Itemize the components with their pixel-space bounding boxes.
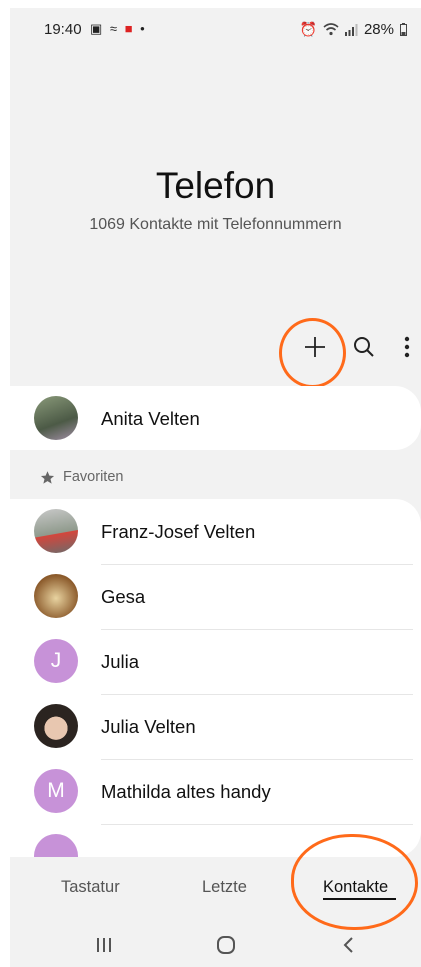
status-right-icons: ⏰ 28% <box>300 21 407 38</box>
system-navigation-bar <box>10 920 421 967</box>
avatar <box>34 834 78 857</box>
list-item[interactable]: Julia Velten <box>10 694 421 759</box>
star-icon <box>40 470 55 484</box>
favorites-label: Favoriten <box>63 469 124 485</box>
contact-count: 1069 Kontakte mit Telefonnummern <box>89 216 342 233</box>
gallery-icon: ▣ <box>90 21 105 36</box>
home-button[interactable] <box>206 930 246 960</box>
battery-icon <box>400 23 407 36</box>
search-button[interactable] <box>345 328 383 366</box>
avatar <box>34 704 78 748</box>
contact-name: Franz-Josef Velten <box>101 521 256 542</box>
contact-name: Julia <box>101 651 140 672</box>
tab-letzte[interactable]: Letzte <box>202 878 247 897</box>
page-title: Telefon <box>155 165 276 206</box>
profile-name: Anita Velten <box>101 408 200 429</box>
status-time: 19:40 <box>44 21 82 38</box>
avatar: J <box>34 639 78 683</box>
back-button[interactable] <box>328 930 368 960</box>
cell-signal-icon <box>344 23 358 36</box>
more-options-button[interactable] <box>388 328 421 366</box>
list-item[interactable]: J Julia <box>10 629 421 694</box>
more-vertical-icon <box>404 336 410 358</box>
tab-tastatur[interactable]: Tastatur <box>61 878 120 897</box>
signal-wave-icon: ≈ <box>109 21 120 36</box>
phone-screen: 19:40 ▣ ≈ ■ • ⏰ 28% Telefon 1069 Kontakt… <box>10 8 421 967</box>
annotation-circle-add <box>279 318 346 388</box>
app-notification-icon: ■ <box>124 21 135 36</box>
avatar <box>34 396 78 440</box>
favorites-list: Franz-Josef Velten Gesa J Julia Julia Ve… <box>10 499 421 857</box>
favorites-header: Favoriten <box>40 469 123 485</box>
search-icon <box>354 337 374 357</box>
list-item[interactable]: Franz-Josef Velten <box>10 499 421 564</box>
contact-name: Mathilda altes handy <box>101 781 271 802</box>
battery-percentage: 28% <box>363 21 394 38</box>
status-bar: 19:40 ▣ ≈ ■ • ⏰ 28% <box>10 8 421 46</box>
my-profile-card[interactable]: Anita Velten <box>10 386 421 450</box>
dot-icon: • <box>140 21 147 36</box>
recent-apps-icon <box>97 938 111 952</box>
list-item[interactable]: Gesa <box>10 564 421 629</box>
contact-name: Julia Velten <box>101 716 196 737</box>
avatar <box>34 574 78 618</box>
contact-name: Gesa <box>101 586 146 607</box>
recent-apps-button[interactable] <box>84 930 124 960</box>
annotation-circle-kontakte <box>291 834 418 930</box>
home-icon <box>217 936 235 954</box>
wifi-icon <box>323 23 339 36</box>
alarm-icon: ⏰ <box>299 21 317 37</box>
avatar: M <box>34 769 78 813</box>
avatar <box>34 509 78 553</box>
status-left-icons: ▣ ≈ ■ • <box>90 21 147 37</box>
list-item[interactable]: M Mathilda altes handy <box>10 759 421 824</box>
back-icon <box>343 937 353 953</box>
